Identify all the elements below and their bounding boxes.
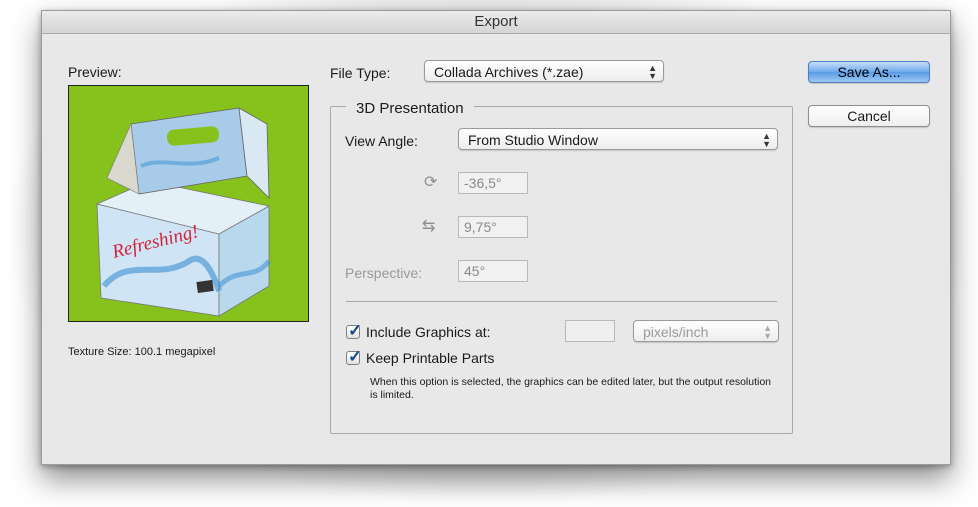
up-down-arrows-icon: ▲ ▼ bbox=[763, 323, 772, 341]
rotation-x-field: 9,75° bbox=[458, 216, 528, 238]
checkmark-icon: ✓ bbox=[348, 321, 363, 340]
checkmark-icon: ✓ bbox=[348, 347, 363, 366]
preview-image: Refreshing! bbox=[68, 85, 309, 322]
box-preview-graphic: Refreshing! bbox=[95, 107, 271, 317]
presentation-title: 3D Presentation bbox=[346, 100, 474, 117]
unit-value: pixels/inch bbox=[643, 324, 709, 340]
include-graphics-checkbox[interactable]: ✓ bbox=[346, 321, 362, 340]
keep-printable-parts-label: Keep Printable Parts bbox=[366, 350, 495, 366]
resolution-field[interactable] bbox=[565, 320, 615, 342]
rotate-vertical-icon: ⟳ bbox=[424, 174, 438, 191]
unit-popup[interactable]: pixels/inch ▲ ▼ bbox=[633, 320, 779, 342]
rotate-horizontal-icon: ⇆ bbox=[422, 218, 436, 235]
save-as-button[interactable]: Save As... bbox=[808, 61, 930, 83]
preview-label: Preview: bbox=[68, 64, 122, 80]
view-angle-popup[interactable]: From Studio Window ▲ ▼ bbox=[458, 128, 778, 150]
include-graphics-label: Include Graphics at: bbox=[366, 324, 491, 340]
keep-printable-note: When this option is selected, the graphi… bbox=[370, 376, 772, 401]
rotation-y-field: -36,5° bbox=[458, 172, 528, 194]
perspective-label: Perspective: bbox=[345, 265, 423, 281]
file-type-label: File Type: bbox=[330, 65, 391, 81]
keep-printable-parts-checkbox[interactable]: ✓ bbox=[346, 347, 362, 366]
dialog-title: Export bbox=[42, 11, 950, 34]
file-type-popup[interactable]: Collada Archives (*.zae) ▲ ▼ bbox=[424, 60, 664, 82]
separator bbox=[346, 301, 777, 302]
file-type-value: Collada Archives (*.zae) bbox=[434, 64, 584, 80]
texture-size-text: Texture Size: 100.1 megapixel bbox=[68, 346, 216, 358]
view-angle-label: View Angle: bbox=[345, 133, 418, 149]
up-down-arrows-icon: ▲ ▼ bbox=[648, 63, 657, 81]
view-angle-value: From Studio Window bbox=[468, 132, 598, 148]
cancel-button[interactable]: Cancel bbox=[808, 105, 930, 127]
perspective-field: 45° bbox=[458, 260, 528, 282]
up-down-arrows-icon: ▲ ▼ bbox=[762, 131, 771, 149]
